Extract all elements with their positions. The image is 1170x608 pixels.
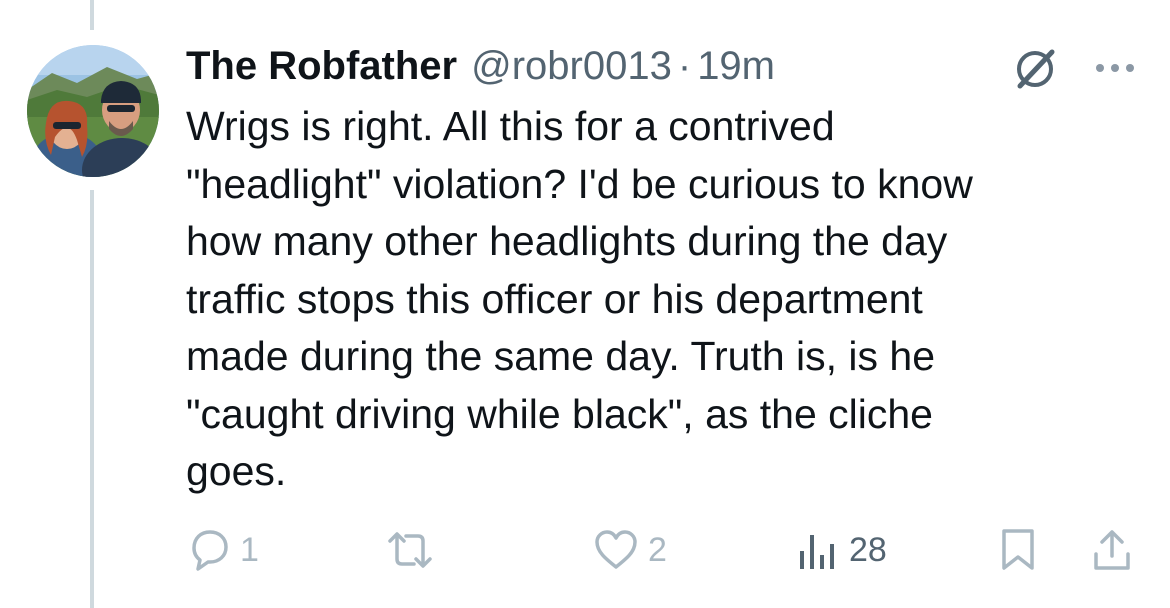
repost-button[interactable] — [384, 520, 444, 580]
tweet-text: Wrigs is right. All this for a contrived… — [186, 98, 1126, 501]
like-count: 2 — [648, 530, 667, 569]
tweet-text-line: traffic stops this officer or his depart… — [186, 275, 923, 322]
thread-line-top — [90, 0, 94, 30]
tweet-header: The Robfather @robr0013 · 19m — [186, 36, 775, 96]
avatar-photo — [27, 45, 159, 177]
avatar[interactable] — [27, 45, 159, 177]
like-icon — [595, 530, 637, 569]
share-button[interactable] — [1090, 520, 1134, 580]
reply-button[interactable]: 1 — [186, 520, 259, 580]
tweet-text-line: made during the same day. Truth is, is h… — [186, 333, 936, 379]
tweet-text-line: goes. — [186, 448, 287, 494]
repost-icon — [388, 532, 432, 568]
separator-dot: · — [677, 44, 692, 88]
more-icon[interactable] — [1090, 58, 1140, 78]
display-name[interactable]: The Robfather — [186, 36, 457, 96]
views-button[interactable]: 28 — [795, 520, 887, 580]
user-handle[interactable]: @robr0013 — [471, 36, 672, 96]
reply-count: 1 — [240, 530, 259, 569]
like-button[interactable]: 2 — [592, 520, 667, 580]
action-bar: 1 2 28 — [0, 520, 1170, 580]
bookmark-button[interactable] — [998, 520, 1038, 580]
view-count: 28 — [849, 530, 887, 569]
tweet-text-line: Wrigs is right. All this for a contrived — [186, 103, 835, 149]
tweet-text-line: how many other headlights during the day — [186, 218, 948, 264]
reply-icon — [192, 530, 228, 571]
share-icon — [1094, 530, 1130, 570]
bookmark-icon — [1002, 529, 1034, 570]
tweet-text-line: "headlight" violation? I'd be curious to… — [186, 160, 973, 207]
grok-icon[interactable] — [1010, 44, 1060, 94]
tweet-text-line: "caught driving while black", as the cli… — [186, 390, 933, 437]
views-icon — [800, 535, 834, 569]
timestamp[interactable]: 19m — [697, 36, 775, 96]
